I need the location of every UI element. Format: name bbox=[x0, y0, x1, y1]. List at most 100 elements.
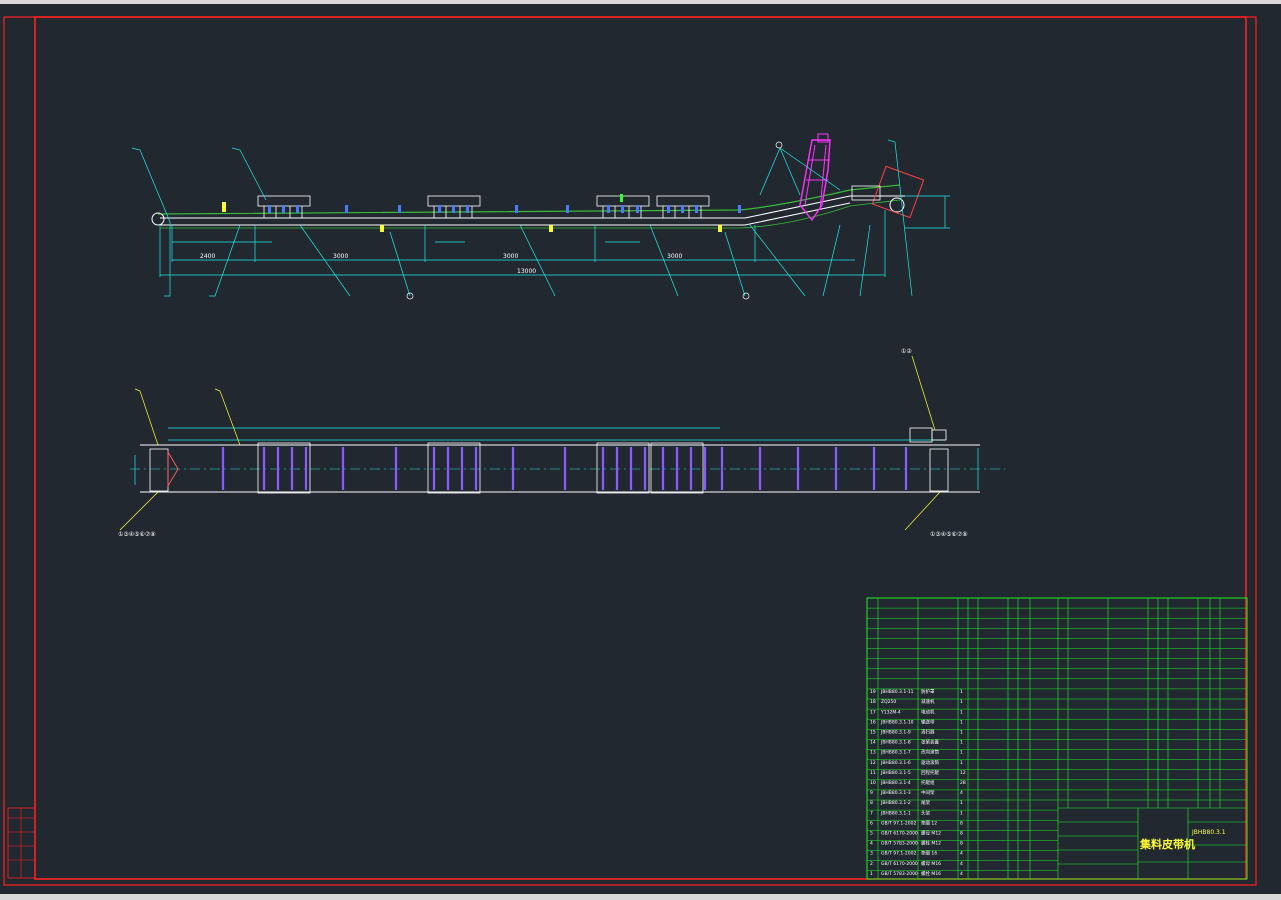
part-name: 张紧装置 bbox=[921, 739, 939, 746]
balloon-b bbox=[742, 292, 750, 300]
part-code: JBHB80.3.1-1 bbox=[880, 810, 911, 816]
part-qty: 1 bbox=[960, 730, 963, 736]
part-qty: 1 bbox=[960, 709, 963, 715]
plan-head-frame bbox=[929, 448, 949, 492]
elevation-view: 2400 3000 3000 3000 13000 bbox=[131, 133, 950, 300]
plan-left-label: ①③④⑤⑥⑦⑧ bbox=[118, 531, 156, 538]
part-name: 头架 bbox=[921, 809, 930, 816]
part-qty: 1 bbox=[960, 689, 963, 695]
plan-leaders bbox=[119, 355, 941, 531]
part-code: JBHB80.3.1-3 bbox=[880, 790, 911, 796]
feed-chute bbox=[799, 133, 831, 222]
part-code: GB/T 97.1-2002 bbox=[881, 851, 917, 857]
part-number: 2 bbox=[870, 861, 873, 867]
part-qty: 1 bbox=[960, 699, 963, 705]
balloon-c bbox=[775, 141, 783, 149]
part-qty: 1 bbox=[960, 719, 963, 725]
plan-idlers bbox=[221, 447, 908, 490]
cad-sheet: 2400 3000 3000 3000 13000 ①③④⑤⑥⑦⑧ ①③④⑤⑥⑦… bbox=[3, 16, 1257, 886]
part-code: JBHB80.3.1-11 bbox=[880, 689, 914, 695]
part-code: GB/T 5783-2000 bbox=[881, 871, 918, 877]
part-code: JBHB80.3.1-10 bbox=[880, 719, 914, 725]
parts-list-columns bbox=[877, 598, 1247, 879]
part-number: 8 bbox=[870, 800, 873, 806]
part-number: 19 bbox=[870, 689, 876, 695]
plan-right-label: ①③④⑤⑥⑦⑧ bbox=[930, 531, 968, 538]
part-number: 5 bbox=[870, 831, 873, 837]
part-qty: 28 bbox=[960, 780, 966, 786]
part-number: 16 bbox=[870, 719, 876, 725]
drawing-title: 集料皮带机 bbox=[1139, 837, 1195, 851]
drawing-canvas: 2400 3000 3000 3000 13000 ①③④⑤⑥⑦⑧ ①③④⑤⑥⑦… bbox=[0, 0, 1281, 900]
part-code: JBHB80.3.1-4 bbox=[880, 780, 911, 786]
part-name: 输送带 bbox=[921, 718, 935, 725]
part-name: 驱动滚筒 bbox=[921, 759, 939, 766]
dim-total: 13000 bbox=[517, 268, 536, 275]
part-qty: 4 bbox=[960, 790, 963, 796]
part-number: 14 bbox=[870, 740, 876, 746]
part-number: 3 bbox=[870, 851, 873, 857]
plan-top-right-label: ①② bbox=[901, 348, 912, 355]
part-qty: 1 bbox=[960, 750, 963, 756]
part-code: Y132M-4 bbox=[880, 709, 901, 715]
part-name: 减速机 bbox=[921, 698, 935, 705]
part-name: 螺栓 M16 bbox=[921, 870, 941, 877]
part-number: 9 bbox=[870, 790, 873, 796]
part-qty: 4 bbox=[960, 871, 963, 877]
incline-bottom-line bbox=[744, 202, 851, 226]
part-name: 改向滚筒 bbox=[921, 749, 939, 756]
part-code: GB/T 6170-2000 bbox=[881, 831, 918, 837]
belt-return bbox=[160, 199, 901, 229]
part-number: 18 bbox=[870, 699, 876, 705]
part-number: 10 bbox=[870, 780, 876, 786]
part-code: JBHB80.3.1-8 bbox=[880, 740, 911, 746]
part-number: 4 bbox=[870, 841, 873, 847]
part-qty: 12 bbox=[960, 770, 966, 776]
part-name: 清扫器 bbox=[921, 729, 935, 736]
part-number: 17 bbox=[870, 709, 876, 715]
part-qty: 8 bbox=[960, 841, 963, 847]
part-code: ZQ250 bbox=[881, 699, 896, 705]
part-name: 垫圈 16 bbox=[921, 850, 937, 857]
part-name: 中间架 bbox=[921, 789, 935, 796]
part-number: 7 bbox=[870, 810, 873, 816]
part-number: 13 bbox=[870, 750, 876, 756]
parts-list-grid: 1 GB/T 5783-2000 螺栓 M16 42 GB/T 6170-2000 螺母 … bbox=[867, 597, 1247, 877]
part-qty: 8 bbox=[960, 820, 963, 826]
plan-view: ①③④⑤⑥⑦⑧ ①③④⑤⑥⑦⑧ ①② bbox=[118, 348, 1005, 538]
plan-tail-frame bbox=[149, 448, 169, 492]
dim-seg-2: 3000 bbox=[333, 253, 348, 260]
part-name: 防护罩 bbox=[921, 688, 935, 695]
part-qty: 1 bbox=[960, 740, 963, 746]
part-code: JBHB80.3.1-2 bbox=[880, 800, 911, 806]
dim-seg-1: 2400 bbox=[200, 253, 215, 260]
part-qty: 8 bbox=[960, 831, 963, 837]
part-qty: 1 bbox=[960, 800, 963, 806]
plan-reducer bbox=[931, 429, 947, 441]
plan-frames bbox=[257, 442, 704, 494]
drawing-number: JBHB80.3.1 bbox=[1191, 829, 1226, 836]
part-qty: 4 bbox=[960, 851, 963, 857]
part-number: 1 bbox=[870, 871, 873, 877]
part-number: 12 bbox=[870, 760, 876, 766]
part-number: 6 bbox=[870, 820, 873, 826]
part-code: GB/T 97.1-2002 bbox=[881, 820, 917, 826]
part-code: JBHB80.3.1-6 bbox=[880, 760, 911, 766]
part-name: 螺母 M12 bbox=[921, 830, 941, 837]
part-name: 螺栓 M12 bbox=[921, 840, 941, 847]
dim-seg-3: 3000 bbox=[503, 253, 518, 260]
part-name: 托辊组 bbox=[921, 779, 935, 786]
part-code: JBHB80.3.1-5 bbox=[880, 770, 911, 776]
part-code: GB/T 6170-2000 bbox=[881, 861, 918, 867]
side-stamp bbox=[7, 807, 36, 879]
title-block: 1 GB/T 5783-2000 螺栓 M16 42 GB/T 6170-2000 螺母 … bbox=[866, 597, 1248, 880]
part-qty: 1 bbox=[960, 760, 963, 766]
part-name: 尾架 bbox=[921, 800, 930, 806]
part-name: 电动机 bbox=[921, 708, 935, 715]
dimension-lines bbox=[159, 195, 950, 277]
tail-pulley bbox=[151, 212, 165, 226]
part-code: JBHB80.3.1-9 bbox=[880, 730, 911, 736]
dim-seg-4: 3000 bbox=[667, 253, 682, 260]
part-qty: 1 bbox=[960, 810, 963, 816]
part-name: 螺母 M16 bbox=[921, 860, 941, 867]
